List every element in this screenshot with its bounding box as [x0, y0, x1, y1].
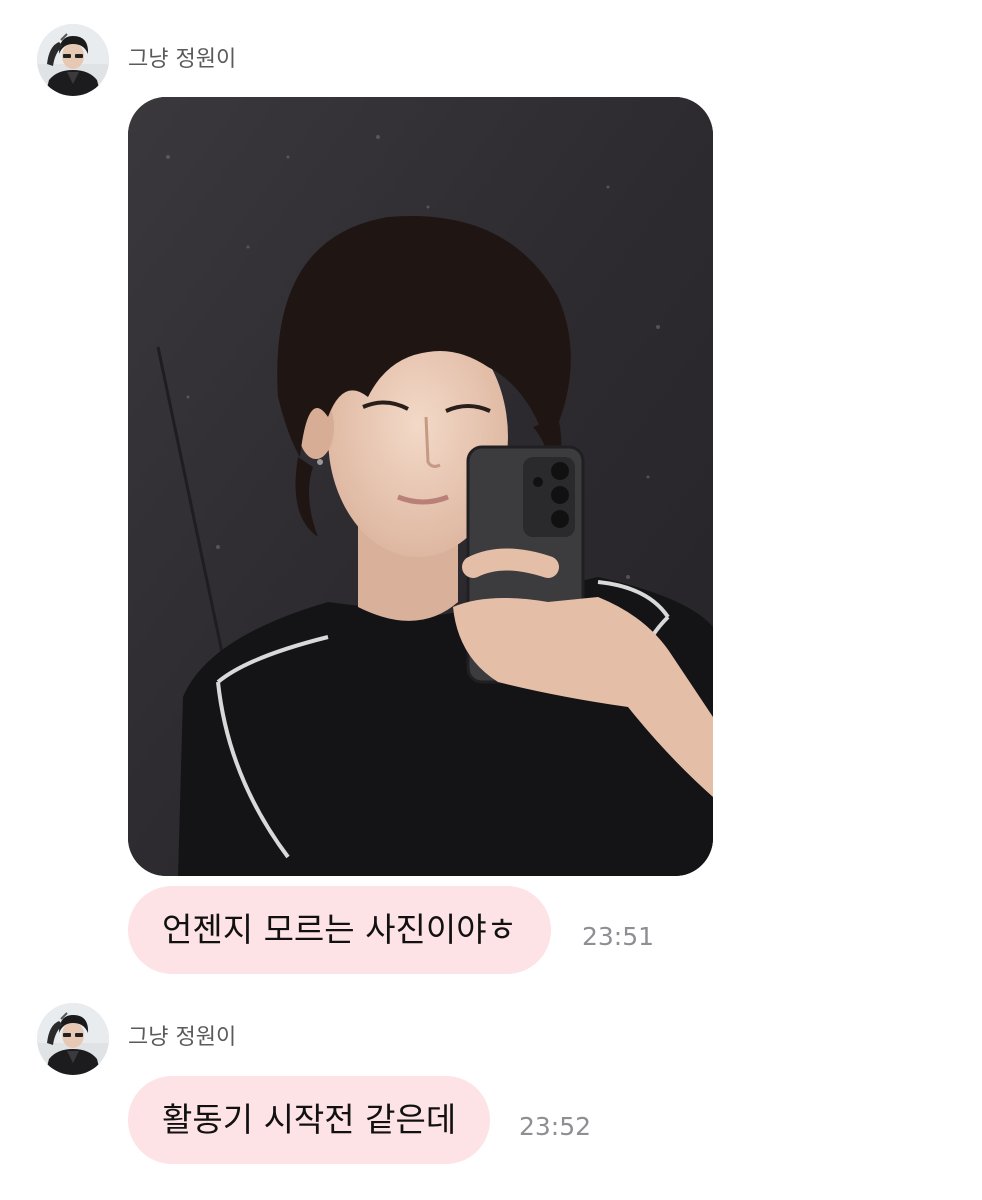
sender-name: 그냥 정원이	[128, 47, 237, 72]
mirror-selfie-photo	[128, 97, 713, 876]
avatar-photo-icon	[37, 1003, 109, 1075]
sender-avatar[interactable]	[37, 24, 109, 96]
message-text: 언젠지 모르는 사진이야ㅎ	[162, 910, 517, 949]
sender-avatar[interactable]	[37, 1003, 109, 1075]
message-bubble[interactable]: 활동기 시작전 같은데	[128, 1076, 491, 1164]
sender-name: 그냥 정원이	[128, 1025, 237, 1050]
message-bubble[interactable]: 언젠지 모르는 사진이야ㅎ	[128, 886, 551, 974]
message-timestamp: 23:51	[582, 922, 655, 951]
message-timestamp: 23:52	[519, 1112, 592, 1141]
avatar-photo-icon	[37, 24, 109, 96]
photo-message[interactable]	[128, 97, 713, 876]
message-text: 활동기 시작전 같은데	[162, 1100, 457, 1139]
